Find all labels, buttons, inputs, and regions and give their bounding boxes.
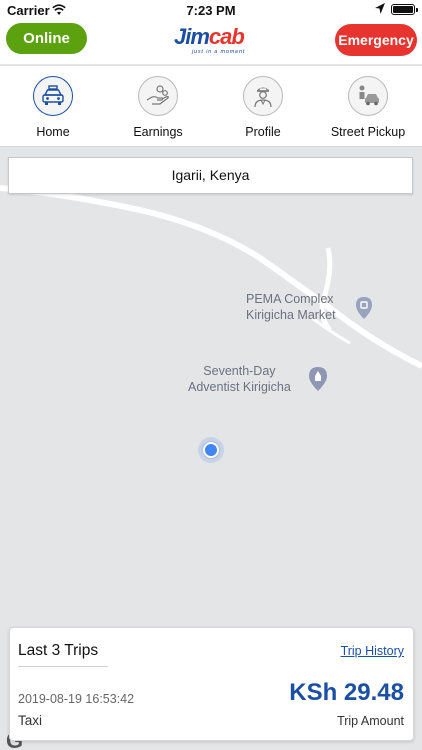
- tab-home-label: Home: [36, 125, 70, 139]
- taxi-icon: [33, 76, 73, 116]
- main-nav: Home Earnings Profile Street Pickup: [0, 65, 422, 147]
- poi-market-name-line1: PEMA Complex: [246, 292, 334, 306]
- poi-church-name-line1: Seventh-Day: [203, 364, 276, 378]
- trip-amount-label: Trip Amount: [337, 714, 404, 728]
- poi-market-name-line2: Kirigicha Market: [246, 308, 336, 322]
- app-header: Online Jimcab just in a moment Emergency: [0, 22, 422, 64]
- current-location-bar[interactable]: Igarii, Kenya: [8, 157, 413, 194]
- driver-icon: [243, 76, 283, 116]
- poi-market-label[interactable]: PEMA Complex Kirigicha Market: [246, 291, 336, 323]
- tab-street-pickup[interactable]: Street Pickup: [318, 76, 418, 139]
- shopping-pin-icon[interactable]: [354, 296, 374, 320]
- tab-street-pickup-label: Street Pickup: [330, 125, 406, 139]
- clock: 7:23 PM: [186, 3, 236, 18]
- poi-church-label[interactable]: Seventh-Day Adventist Kirigicha: [188, 363, 291, 395]
- jimcab-logo: Jimcab just in a moment: [174, 24, 248, 58]
- battery-icon: [391, 3, 418, 15]
- emergency-button[interactable]: Emergency: [335, 24, 417, 56]
- passenger-car-icon: [348, 76, 388, 116]
- logo-tagline: just in a moment: [192, 49, 246, 55]
- poi-church-name-line2: Adventist Kirigicha: [188, 380, 291, 394]
- last-trips-card: Last 3 Trips Trip History 2019-08-19 16:…: [9, 627, 414, 741]
- logo-text-secondary: cab: [208, 24, 245, 49]
- church-pin-icon[interactable]: [307, 366, 329, 392]
- trip-amount-value: KSh 29.48: [289, 679, 404, 706]
- last-trips-title: Last 3 Trips: [18, 642, 99, 659]
- online-toggle-button[interactable]: Online: [6, 23, 87, 54]
- hand-coins-icon: [138, 76, 178, 116]
- tab-earnings-label: Earnings: [133, 125, 183, 139]
- tab-profile-label: Profile: [245, 125, 281, 139]
- location-arrow-icon: [375, 3, 385, 14]
- trip-history-link[interactable]: Trip History: [341, 644, 404, 658]
- tab-earnings[interactable]: Earnings: [108, 76, 208, 139]
- trip-datetime: 2019-08-19 16:53:42: [18, 692, 135, 706]
- tab-home[interactable]: Home: [3, 76, 103, 139]
- trip-vehicle-type: Taxi: [18, 713, 43, 728]
- status-bar: Carrier 7:23 PM: [0, 0, 422, 22]
- title-divider: [18, 666, 108, 667]
- logo-text-primary: Jim: [174, 24, 210, 49]
- tab-profile[interactable]: Profile: [213, 76, 313, 139]
- user-location-marker: [198, 437, 224, 463]
